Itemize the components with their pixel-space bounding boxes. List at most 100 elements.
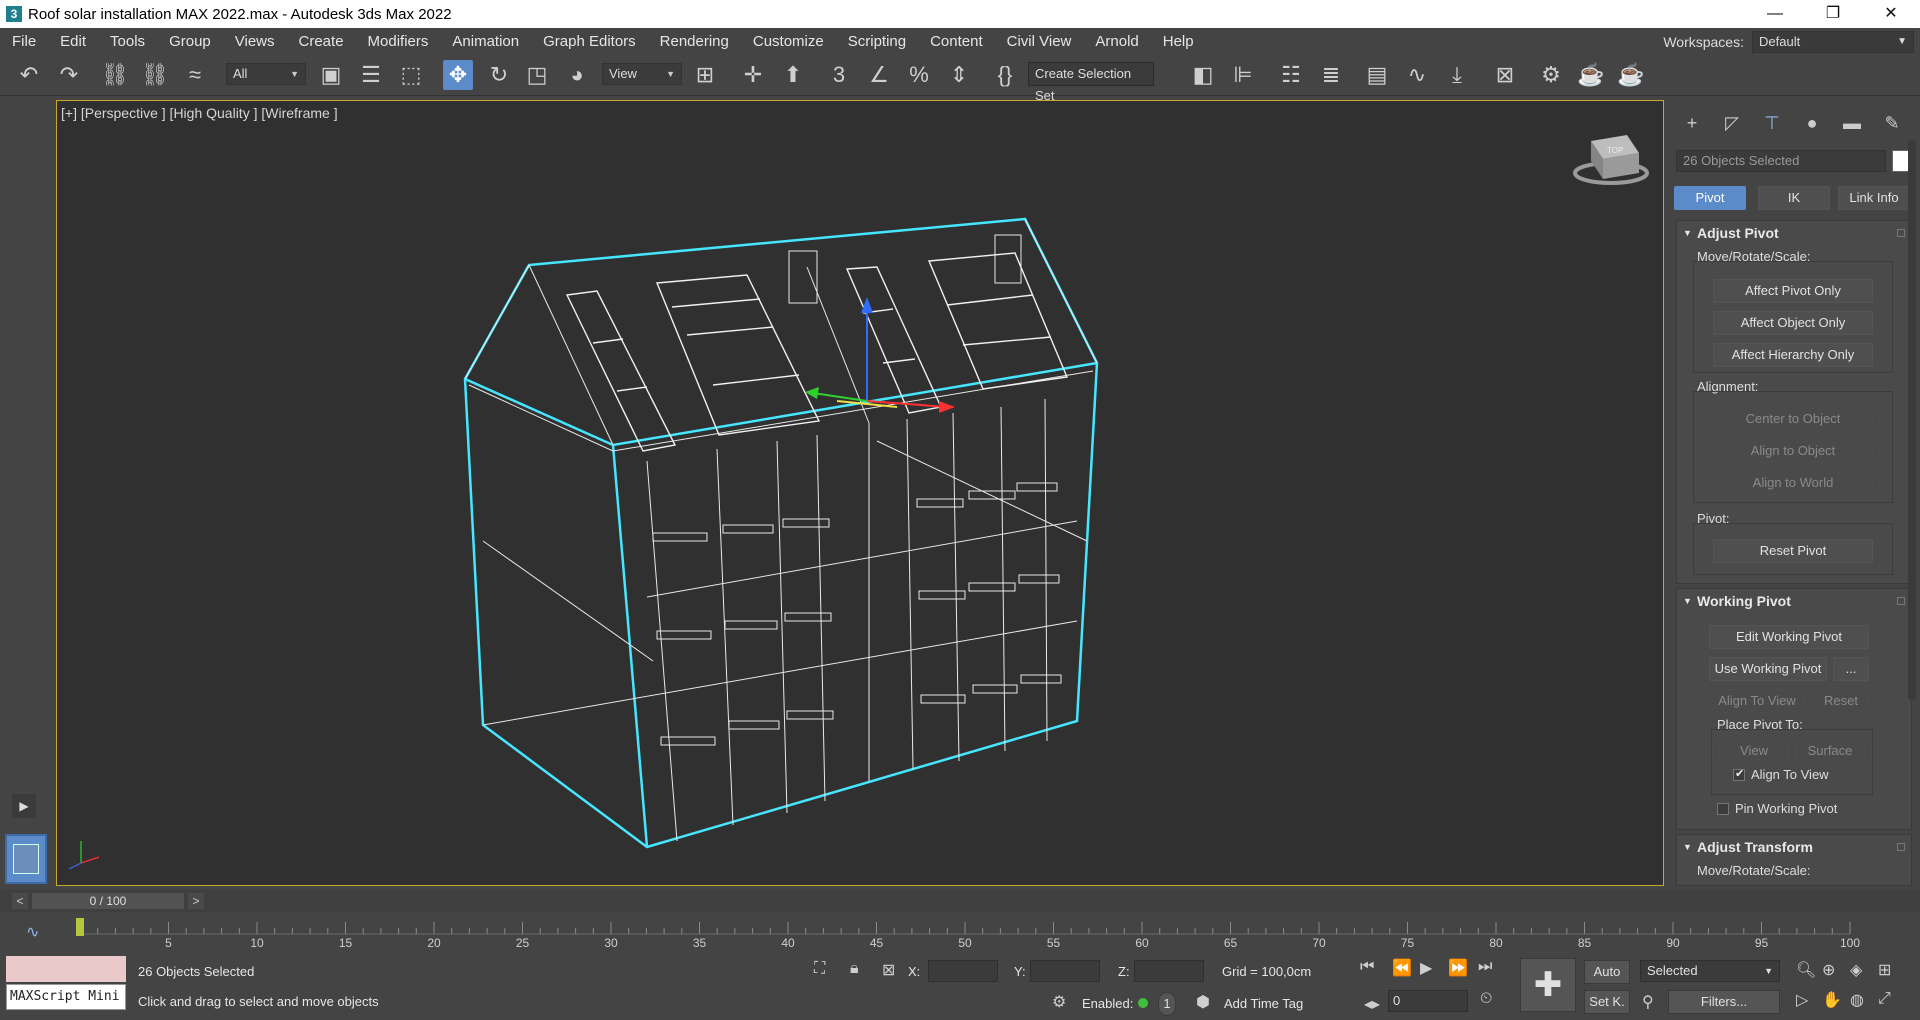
bind-spacewarp-icon[interactable]: ≈ bbox=[180, 60, 210, 90]
adjust-transform-title[interactable]: Adjust Transform bbox=[1677, 835, 1911, 859]
place-view-button[interactable]: View bbox=[1719, 739, 1789, 763]
auto-key-button[interactable]: Auto bbox=[1584, 960, 1630, 984]
play-icon[interactable]: ▶ bbox=[1420, 958, 1432, 978]
percent-snap-icon[interactable]: % bbox=[904, 60, 934, 90]
time-tag-icon[interactable]: ⬢ bbox=[1196, 992, 1210, 1012]
viewport-layout-expand-icon[interactable]: ▶ bbox=[12, 794, 36, 818]
reference-coordinate-dropdown[interactable]: View bbox=[602, 63, 682, 85]
zoom-extents-icon[interactable]: ◈ bbox=[1850, 960, 1862, 980]
edit-named-sets-icon[interactable]: {} bbox=[990, 60, 1020, 90]
time-slider[interactable]: < 0 / 100 > bbox=[0, 890, 1920, 912]
link-info-subtab[interactable]: Link Info bbox=[1838, 186, 1910, 210]
align-to-view-button[interactable]: Align To View bbox=[1709, 689, 1805, 713]
object-name-field[interactable]: 26 Objects Selected bbox=[1676, 150, 1886, 172]
set-key-button[interactable]: Set K. bbox=[1584, 990, 1630, 1014]
edit-working-pivot-button[interactable]: Edit Working Pivot bbox=[1709, 625, 1869, 649]
menu-help[interactable]: Help bbox=[1151, 28, 1206, 56]
pin-working-pivot-checkbox[interactable] bbox=[1717, 803, 1729, 815]
close-button[interactable]: ✕ bbox=[1862, 0, 1920, 28]
maximize-viewport-icon[interactable]: ⤢ bbox=[1878, 990, 1891, 1008]
menu-file[interactable]: File bbox=[0, 28, 48, 56]
render-frame-icon[interactable]: ☕ bbox=[1576, 60, 1606, 90]
working-pivot-more-button[interactable]: ... bbox=[1833, 657, 1869, 681]
render-setup-icon[interactable]: ⚙ bbox=[1536, 60, 1566, 90]
x-coordinate-field[interactable] bbox=[928, 960, 998, 982]
selection-filter-dropdown[interactable]: All bbox=[226, 63, 306, 85]
adaptive-degradation-icon[interactable]: ⚙ bbox=[1052, 992, 1066, 1012]
minimize-button[interactable]: — bbox=[1746, 0, 1804, 28]
viewport-layout-thumbnail[interactable] bbox=[5, 834, 47, 884]
create-tab-icon[interactable]: + bbox=[1672, 108, 1712, 138]
select-move-icon[interactable]: ✥ bbox=[443, 60, 473, 90]
menu-civil-view[interactable]: Civil View bbox=[995, 28, 1084, 56]
zoom-extents-all-icon[interactable]: ⊞ bbox=[1878, 960, 1891, 980]
center-to-object-button[interactable]: Center to Object bbox=[1713, 407, 1873, 431]
current-frame-field[interactable]: 0 bbox=[1388, 990, 1468, 1012]
affect-hierarchy-only-button[interactable]: Affect Hierarchy Only bbox=[1713, 343, 1873, 367]
material-editor-icon[interactable]: ⊠ bbox=[1490, 60, 1520, 90]
menu-graph-editors[interactable]: Graph Editors bbox=[531, 28, 648, 56]
dope-sheet-icon[interactable]: ⤓ bbox=[1442, 60, 1472, 90]
enabled-count-badge[interactable]: 1 bbox=[1158, 992, 1176, 1016]
menu-rendering[interactable]: Rendering bbox=[648, 28, 741, 56]
modify-tab-icon[interactable]: ◸ bbox=[1712, 108, 1752, 138]
time-configuration-icon[interactable]: ⏲ bbox=[1480, 990, 1492, 1008]
track-bar[interactable]: ∿ 5 10 15 20 25 30 35 40 45 50 55 60 65 70 75 80 85 90 95 1… bbox=[0, 914, 1920, 950]
render-icon[interactable]: ☕ bbox=[1616, 60, 1646, 90]
scene-explorer-icon[interactable]: ☷ bbox=[1276, 60, 1306, 90]
field-of-view-icon[interactable]: ▷ bbox=[1796, 990, 1808, 1010]
display-tab-icon[interactable]: ▬ bbox=[1832, 108, 1872, 138]
angle-snap-icon[interactable]: ∠ bbox=[864, 60, 894, 90]
maxscript-listener-output[interactable] bbox=[6, 956, 126, 982]
menu-views[interactable]: Views bbox=[223, 28, 287, 56]
go-to-start-icon[interactable]: ⏮ bbox=[1360, 958, 1374, 976]
key-mode-toggle-icon[interactable]: ◂▸ bbox=[1364, 994, 1380, 1014]
pin-icon[interactable] bbox=[1897, 229, 1905, 237]
go-to-end-icon[interactable]: ⏭ bbox=[1478, 958, 1492, 976]
menu-tools[interactable]: Tools bbox=[98, 28, 157, 56]
align-to-world-button[interactable]: Align to World bbox=[1713, 471, 1873, 495]
maxscript-mini-listener[interactable]: MAXScript Mini bbox=[6, 984, 126, 1010]
wireframe-scene[interactable]: TOP bbox=[57, 101, 1663, 885]
z-coordinate-field[interactable] bbox=[1134, 960, 1204, 982]
current-frame-marker[interactable] bbox=[76, 918, 84, 936]
y-coordinate-field[interactable] bbox=[1030, 960, 1100, 982]
menu-customize[interactable]: Customize bbox=[741, 28, 836, 56]
select-manipulate-icon[interactable]: ✛ bbox=[738, 60, 768, 90]
place-surface-button[interactable]: Surface bbox=[1795, 739, 1865, 763]
absolute-mode-icon[interactable]: ⊠ bbox=[882, 960, 895, 980]
keyboard-shortcut-override-icon[interactable]: ⬆ bbox=[778, 60, 808, 90]
pivot-subtab[interactable]: Pivot bbox=[1674, 186, 1746, 210]
align-icon[interactable]: ⊫ bbox=[1228, 60, 1258, 90]
hierarchy-tab-icon[interactable]: ⊤ bbox=[1752, 108, 1792, 138]
menu-content[interactable]: Content bbox=[918, 28, 995, 56]
menu-arnold[interactable]: Arnold bbox=[1083, 28, 1150, 56]
menu-scripting[interactable]: Scripting bbox=[836, 28, 918, 56]
selection-lock-icon[interactable]: 🔒︎ bbox=[850, 960, 859, 978]
add-time-tag-button[interactable]: Add Time Tag bbox=[1224, 996, 1303, 1011]
working-pivot-title[interactable]: Working Pivot bbox=[1677, 589, 1911, 613]
command-panel-scrollbar[interactable] bbox=[1908, 140, 1916, 700]
working-pivot-reset-button[interactable]: Reset bbox=[1813, 689, 1869, 713]
previous-frame-icon[interactable]: ⏪ bbox=[1392, 958, 1412, 978]
ik-subtab[interactable]: IK bbox=[1758, 186, 1830, 210]
pan-view-icon[interactable]: ✋ bbox=[1822, 990, 1842, 1010]
menu-modifiers[interactable]: Modifiers bbox=[356, 28, 441, 56]
time-slider-prev-button[interactable]: < bbox=[12, 893, 28, 909]
rect-selection-icon[interactable]: ⬚ bbox=[396, 60, 426, 90]
link-icon[interactable]: ⛓ bbox=[100, 60, 130, 90]
menu-animation[interactable]: Animation bbox=[440, 28, 531, 56]
viewcube[interactable]: TOP bbox=[1573, 135, 1649, 185]
utilities-tab-icon[interactable]: ✎ bbox=[1872, 108, 1912, 138]
menu-create[interactable]: Create bbox=[287, 28, 356, 56]
set-key-big-button[interactable]: ✚ bbox=[1520, 958, 1576, 1012]
orbit-icon[interactable]: ◍ bbox=[1850, 990, 1864, 1010]
select-by-name-icon[interactable]: ☰ bbox=[356, 60, 386, 90]
pin-icon[interactable] bbox=[1897, 843, 1905, 851]
affect-object-only-button[interactable]: Affect Object Only bbox=[1713, 311, 1873, 335]
redo-icon[interactable]: ↷ bbox=[54, 60, 84, 90]
workspaces-dropdown[interactable]: Default bbox=[1752, 31, 1914, 53]
key-filters-icon[interactable]: ⚲ bbox=[1642, 992, 1654, 1012]
use-working-pivot-button[interactable]: Use Working Pivot bbox=[1709, 657, 1827, 681]
motion-tab-icon[interactable]: ● bbox=[1792, 108, 1832, 138]
